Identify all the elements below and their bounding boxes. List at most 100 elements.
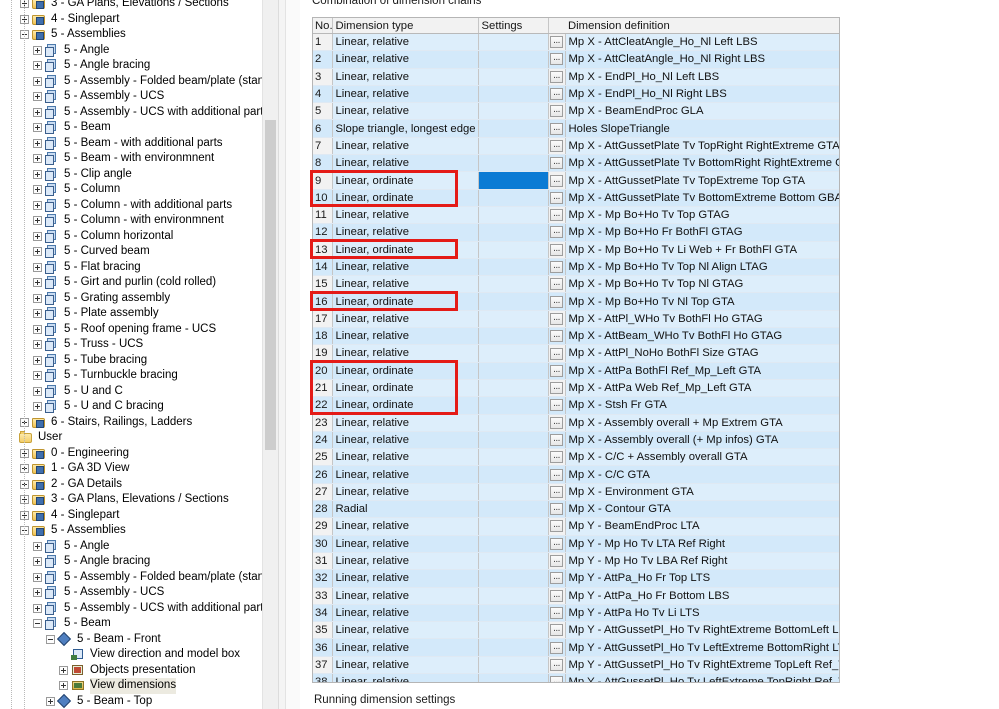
table-row[interactable]: 22 Linear, ordinate... Mp X - Stsh Fr GTA: [313, 396, 839, 415]
table-row[interactable]: 16 Linear, ordinate... Mp X - Mp Bo+Ho Tv …: [313, 292, 839, 311]
cell-row-number[interactable]: 27: [313, 483, 333, 502]
table-row[interactable]: 26 Linear, relative... Mp X - C/C GTA: [313, 465, 839, 484]
cell-row-number[interactable]: 25: [313, 448, 333, 467]
table-row[interactable]: 28 Radial... Mp X - Contour GTA: [313, 500, 839, 519]
table-row[interactable]: 18 Linear, relative... Mp X - AttBeam_WHo …: [313, 327, 839, 346]
cell-settings[interactable]: [478, 292, 549, 311]
cell-dimension-definition[interactable]: Mp Y - AttGussetPl_Ho Tv RightExtreme To…: [565, 656, 839, 674]
column-header-definition[interactable]: Dimension definition: [565, 18, 839, 34]
cell-settings[interactable]: [478, 171, 549, 190]
tree-item[interactable]: 5 - Girt and purlin (cold rolled): [0, 275, 262, 291]
cell-dimension-definition[interactable]: Mp X - AttGussetPlate Tv TopRight RightE…: [565, 137, 839, 156]
ellipsis-button[interactable]: ...: [550, 261, 563, 274]
expand-plus-icon[interactable]: [33, 572, 42, 582]
cell-dimension-definition[interactable]: Mp X - AttGussetPlate Tv TopExtreme Top …: [565, 171, 839, 190]
ellipsis-button[interactable]: ...: [550, 174, 563, 187]
cell-dimension-type[interactable]: Linear, relative: [332, 137, 479, 156]
cell-settings[interactable]: [478, 310, 549, 329]
expand-plus-icon[interactable]: [33, 138, 42, 148]
cell-dimension-definition[interactable]: Mp X - EndPl_Ho_Nl Left LBS: [565, 68, 839, 86]
cell-settings[interactable]: [478, 206, 549, 225]
cell-row-number[interactable]: 24: [313, 431, 333, 450]
cell-settings[interactable]: [478, 223, 549, 242]
expand-plus-icon[interactable]: [59, 681, 68, 691]
cell-dimension-type[interactable]: Linear, relative: [332, 552, 479, 571]
ellipsis-button[interactable]: ...: [550, 295, 563, 308]
cell-settings[interactable]: [478, 137, 549, 156]
table-row[interactable]: 4 Linear, relative... Mp X - EndPl_Ho_Nl R…: [313, 85, 839, 104]
cell-settings[interactable]: [478, 344, 549, 363]
cell-dimension-definition[interactable]: Mp X - AttPa Web Ref_Mp_Left GTA: [565, 379, 839, 398]
expand-plus-icon[interactable]: [33, 557, 42, 567]
ellipsis-button[interactable]: ...: [550, 503, 563, 516]
table-row[interactable]: 29 Linear, relative... Mp Y - BeamEndProc …: [313, 517, 839, 536]
cell-row-number[interactable]: 31: [313, 552, 333, 571]
tree-item[interactable]: 5 - Plate assembly: [0, 306, 262, 322]
cell-dimension-definition[interactable]: Mp X - EndPl_Ho_Nl Right LBS: [565, 85, 839, 104]
cell-settings[interactable]: [478, 656, 549, 674]
ellipsis-button[interactable]: ...: [550, 243, 563, 256]
expand-plus-icon[interactable]: [33, 247, 42, 257]
cell-settings[interactable]: [478, 102, 549, 121]
ellipsis-button[interactable]: ...: [550, 105, 563, 118]
cell-dimension-type[interactable]: Linear, relative: [332, 85, 479, 104]
cell-row-number[interactable]: 9: [313, 171, 333, 190]
cell-row-number[interactable]: 32: [313, 569, 333, 588]
cell-dimension-definition[interactable]: Mp Y - AttPa_Ho Fr Top LTS: [565, 569, 839, 588]
collapse-minus-icon[interactable]: [33, 619, 42, 629]
tree-item[interactable]: 5 - Assembly - UCS with additional parts: [0, 105, 262, 121]
cell-row-number[interactable]: 37: [313, 656, 333, 674]
ellipsis-button[interactable]: ...: [550, 658, 563, 671]
cell-dimension-type[interactable]: Linear, relative: [332, 638, 479, 657]
cell-row-number[interactable]: 13: [313, 241, 333, 259]
tree-item[interactable]: 5 - Assembly - UCS: [0, 585, 262, 601]
tree-item[interactable]: 5 - Angle bracing: [0, 58, 262, 74]
table-row[interactable]: 30 Linear, relative... Mp Y - Mp Ho Tv LTA…: [313, 535, 839, 553]
cell-dimension-type[interactable]: Linear, ordinate: [332, 189, 479, 207]
cell-settings-button[interactable]: ...: [548, 275, 566, 294]
table-row[interactable]: 13 Linear, ordinate... Mp X - Mp Bo+Ho Tv …: [313, 241, 839, 259]
table-row[interactable]: 17 Linear, relative... Mp X - AttPl_WHo Tv…: [313, 310, 839, 329]
tree-item[interactable]: 5 - Column: [0, 182, 262, 198]
cell-dimension-definition[interactable]: Mp X - AttCleatAngle_Ho_Nl Left LBS: [565, 33, 839, 52]
cell-dimension-definition[interactable]: Mp X - Mp Bo+Ho Tv Top GTAG: [565, 206, 839, 225]
table-row[interactable]: 19 Linear, relative... Mp X - AttPl_NoHo B…: [313, 344, 839, 363]
cell-dimension-type[interactable]: Linear, relative: [332, 68, 479, 86]
cell-row-number[interactable]: 2: [313, 50, 333, 69]
ellipsis-button[interactable]: ...: [550, 537, 563, 550]
cell-settings-button[interactable]: ...: [548, 137, 566, 156]
cell-dimension-definition[interactable]: Mp X - C/C GTA: [565, 465, 839, 484]
ellipsis-button[interactable]: ...: [550, 157, 563, 170]
tree-vertical-scrollbar[interactable]: [262, 0, 279, 709]
tree-item[interactable]: Objects presentation: [0, 663, 262, 679]
cell-settings-button[interactable]: ...: [548, 431, 566, 450]
cell-settings[interactable]: [478, 154, 549, 173]
table-row[interactable]: 14 Linear, relative... Mp X - Mp Bo+Ho Tv …: [313, 258, 839, 277]
cell-row-number[interactable]: 10: [313, 189, 333, 207]
tree-item[interactable]: 5 - Curved beam: [0, 244, 262, 260]
cell-settings[interactable]: [478, 119, 549, 138]
expand-plus-icon[interactable]: [46, 696, 55, 706]
cell-settings-button[interactable]: ...: [548, 569, 566, 588]
ellipsis-button[interactable]: ...: [550, 641, 563, 654]
cell-settings-button[interactable]: ...: [548, 500, 566, 519]
tree-item[interactable]: View direction and model box: [0, 647, 262, 663]
table-row[interactable]: 36 Linear, relative... Mp Y - AttGussetPl_…: [313, 638, 839, 657]
expand-plus-icon[interactable]: [33, 200, 42, 210]
tree-item[interactable]: 2 - GA Details: [0, 477, 262, 493]
table-row[interactable]: 38 Linear, relative... Mp Y - AttGussetPl_…: [313, 673, 839, 682]
tree-item[interactable]: 5 - Flat bracing: [0, 260, 262, 276]
cell-dimension-definition[interactable]: Mp Y - AttPa_Ho Fr Bottom LBS: [565, 587, 839, 605]
tree-item[interactable]: 5 - Beam - Top: [0, 694, 262, 709]
cell-row-number[interactable]: 8: [313, 154, 333, 173]
tree-item[interactable]: 6 - Stairs, Railings, Ladders: [0, 415, 262, 431]
cell-settings[interactable]: [478, 517, 549, 536]
table-row[interactable]: 5 Linear, relative... Mp X - BeamEndProc G…: [313, 102, 839, 121]
cell-settings[interactable]: [478, 241, 549, 259]
tree-item[interactable]: 5 - Column - with environmnent: [0, 213, 262, 229]
tree-item[interactable]: 5 - U and C bracing: [0, 399, 262, 415]
expand-plus-icon[interactable]: [33, 541, 42, 551]
tree-item[interactable]: View dimensions: [0, 678, 262, 694]
cell-dimension-definition[interactable]: Mp Y - Mp Ho Tv LBA Ref Right: [565, 552, 839, 571]
cell-settings-button[interactable]: ...: [548, 344, 566, 363]
